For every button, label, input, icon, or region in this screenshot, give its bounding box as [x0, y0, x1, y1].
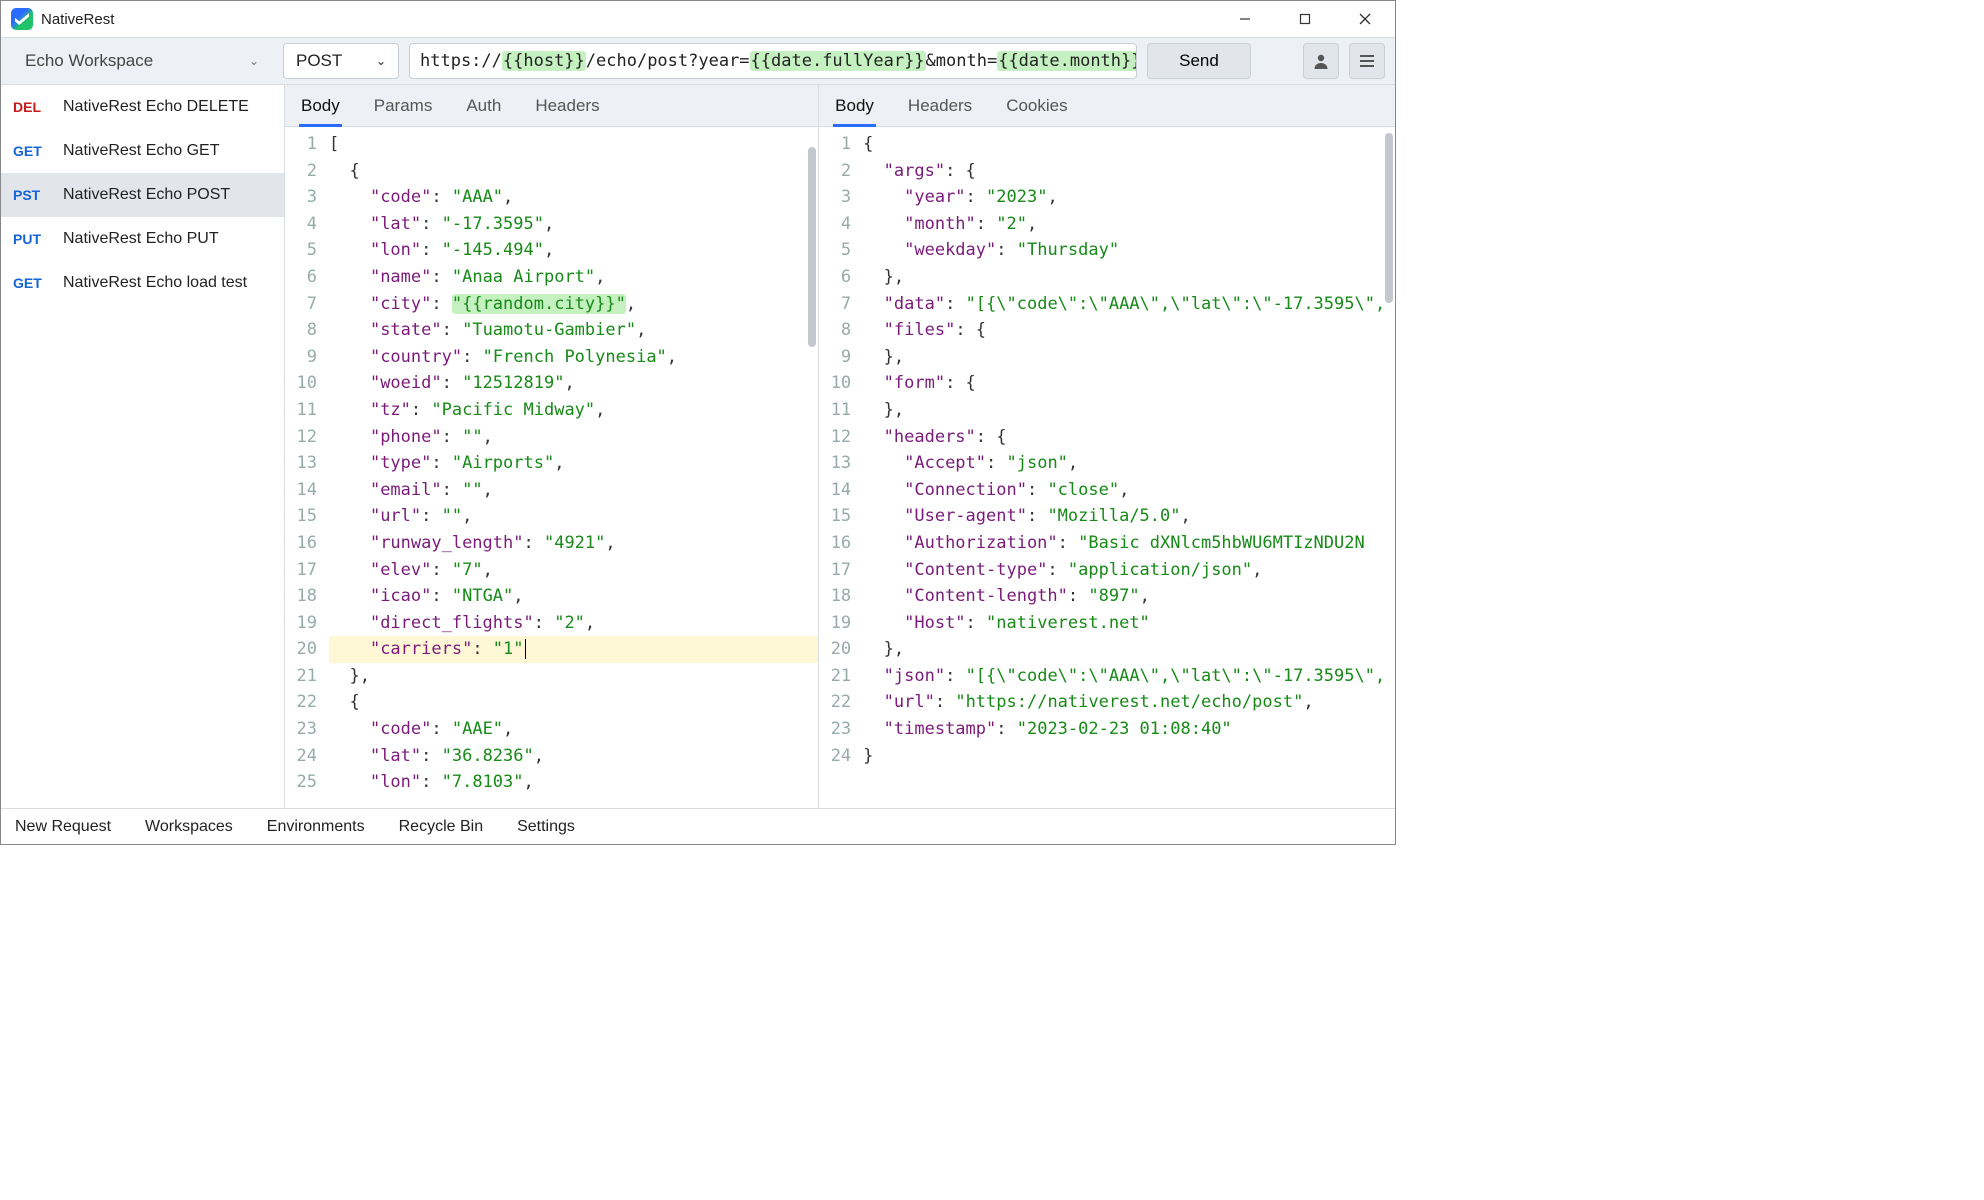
- minimize-button[interactable]: [1215, 1, 1275, 37]
- request-label: NativeRest Echo PUT: [63, 230, 219, 248]
- person-icon: [1312, 52, 1330, 70]
- response-body-viewer[interactable]: 123456789101112131415161718192021222324 …: [819, 127, 1395, 808]
- hamburger-icon: [1358, 52, 1376, 70]
- request-body-editor[interactable]: 1234567891011121314151617181920212223242…: [285, 127, 818, 808]
- request-item[interactable]: PST NativeRest Echo POST: [1, 173, 284, 217]
- code-area: { "args": { "year": "2023", "month": "2"…: [859, 127, 1395, 808]
- chevron-down-icon: ⌄: [249, 54, 259, 68]
- tab-headers[interactable]: Headers: [906, 88, 974, 126]
- request-pane: Body Params Auth Headers 123456789101112131…: [285, 85, 819, 808]
- tab-body[interactable]: Body: [833, 88, 876, 126]
- tab-headers[interactable]: Headers: [533, 88, 601, 126]
- url-variable: {{host}}: [502, 51, 586, 71]
- main-area: DEL NativeRest Echo DELETE GET NativeRest E…: [1, 85, 1395, 808]
- tab-cookies[interactable]: Cookies: [1004, 88, 1069, 126]
- url-input[interactable]: https://{{host}}/echo/post?year={{date.f…: [409, 43, 1137, 79]
- response-pane: Body Headers Cookies 123456789101112131415…: [819, 85, 1395, 808]
- method-badge: PUT: [13, 231, 51, 247]
- app-title: NativeRest: [41, 11, 114, 28]
- request-label: NativeRest Echo load test: [63, 274, 247, 292]
- menu-button[interactable]: [1349, 43, 1385, 79]
- app-window: NativeRest Echo Workspace ⌄ POST ⌄ https…: [0, 0, 1396, 845]
- request-label: NativeRest Echo POST: [63, 186, 230, 204]
- method-badge: DEL: [13, 99, 51, 115]
- method-badge: PST: [13, 187, 51, 203]
- request-item[interactable]: GET NativeRest Echo load test: [1, 261, 284, 305]
- minimize-icon: [1239, 13, 1251, 25]
- url-variable: {{date.month}}: [997, 51, 1137, 71]
- chevron-down-icon: ⌄: [376, 54, 386, 68]
- method-badge: GET: [13, 143, 51, 159]
- footer-link-workspaces[interactable]: Workspaces: [145, 818, 233, 836]
- response-tabs: Body Headers Cookies: [819, 85, 1395, 127]
- url-variable: {{date.fullYear}}: [750, 51, 926, 71]
- request-item[interactable]: PUT NativeRest Echo PUT: [1, 217, 284, 261]
- request-tabs: Body Params Auth Headers: [285, 85, 818, 127]
- toolbar: Echo Workspace ⌄ POST ⌄ https://{{host}}…: [1, 37, 1395, 85]
- line-gutter: 123456789101112131415161718192021222324: [819, 127, 859, 808]
- close-button[interactable]: [1335, 1, 1395, 37]
- app-logo-icon: [11, 8, 33, 30]
- footer-link-new-request[interactable]: New Request: [15, 818, 111, 836]
- code-area[interactable]: [ { "code": "AAA", "lat": "-17.3595", "l…: [325, 127, 818, 808]
- titlebar: NativeRest: [1, 1, 1395, 37]
- request-label: NativeRest Echo DELETE: [63, 98, 249, 116]
- send-button[interactable]: Send: [1147, 43, 1251, 79]
- maximize-icon: [1299, 13, 1311, 25]
- scrollbar-thumb[interactable]: [808, 147, 816, 347]
- tab-body[interactable]: Body: [299, 88, 342, 126]
- method-badge: GET: [13, 275, 51, 291]
- footer-link-settings[interactable]: Settings: [517, 818, 575, 836]
- close-icon: [1359, 13, 1371, 25]
- footer-link-environments[interactable]: Environments: [267, 818, 365, 836]
- panes: Body Params Auth Headers 123456789101112131…: [285, 85, 1395, 808]
- workspace-select[interactable]: Echo Workspace ⌄: [11, 43, 273, 79]
- window-controls: [1215, 1, 1395, 37]
- footer-bar: New Request Workspaces Environments Recycle…: [1, 808, 1395, 844]
- workspace-name: Echo Workspace: [25, 51, 153, 71]
- tab-auth[interactable]: Auth: [464, 88, 503, 126]
- tab-params[interactable]: Params: [372, 88, 435, 126]
- scrollbar-thumb[interactable]: [1385, 133, 1393, 303]
- maximize-button[interactable]: [1275, 1, 1335, 37]
- line-gutter: 1234567891011121314151617181920212223242…: [285, 127, 325, 808]
- footer-link-recycle-bin[interactable]: Recycle Bin: [399, 818, 483, 836]
- method-value: POST: [296, 51, 342, 71]
- method-select[interactable]: POST ⌄: [283, 43, 399, 79]
- request-item[interactable]: GET NativeRest Echo GET: [1, 129, 284, 173]
- request-label: NativeRest Echo GET: [63, 142, 220, 160]
- request-list: DEL NativeRest Echo DELETE GET NativeRest E…: [1, 85, 285, 808]
- request-item[interactable]: DEL NativeRest Echo DELETE: [1, 85, 284, 129]
- account-button[interactable]: [1303, 43, 1339, 79]
